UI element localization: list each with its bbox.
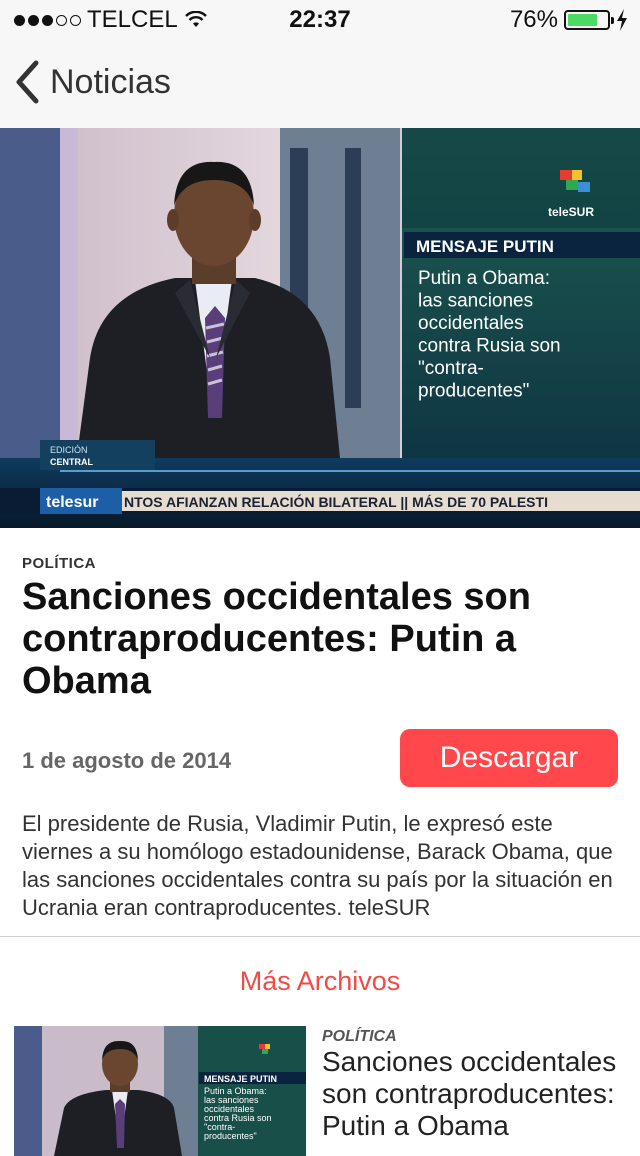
edition-tag-top: EDICIÓN bbox=[50, 445, 88, 455]
status-bar: TELCEL 22:37 76% bbox=[0, 0, 640, 40]
charging-bolt-icon bbox=[617, 9, 627, 31]
battery-percent: 76% bbox=[509, 6, 558, 33]
related-category: POLÍTICA bbox=[322, 1028, 397, 1045]
back-label: Noticias bbox=[50, 62, 171, 101]
list-item[interactable]: MENSAJE PUTIN Putin a Obama: las sancione… bbox=[0, 1024, 640, 1156]
chevron-left-icon bbox=[16, 60, 39, 104]
overlay-line: contra Rusia son bbox=[418, 336, 561, 357]
section-divider bbox=[0, 936, 640, 937]
overlay-line: producentes" bbox=[418, 381, 529, 402]
hero-image[interactable]: teleSUR MENSAJE PUTIN Putin a Obama: las … bbox=[0, 128, 640, 528]
ticker-logo: telesur bbox=[46, 494, 98, 511]
overlay-line: las sanciones bbox=[418, 291, 533, 312]
overlay-line: "contra- bbox=[418, 358, 484, 379]
related-thumbnail: MENSAJE PUTIN Putin a Obama: las sancione… bbox=[14, 1026, 306, 1156]
related-title: Sanciones occidentales son contraproduce… bbox=[322, 1046, 617, 1141]
article-date: 1 de agosto de 2014 bbox=[22, 748, 232, 773]
edition-tag-bottom: CENTRAL bbox=[50, 457, 93, 467]
overlay-line: producentes" bbox=[204, 1131, 257, 1141]
channel-logo-text: teleSUR bbox=[548, 205, 594, 219]
overlay-heading: MENSAJE PUTIN bbox=[416, 237, 554, 256]
overlay-line: occidentales bbox=[418, 313, 524, 334]
article-category: POLÍTICA bbox=[22, 555, 96, 572]
navigation-bar: Noticias bbox=[0, 40, 640, 129]
news-broadcast-image: teleSUR MENSAJE PUTIN Putin a Obama:las … bbox=[0, 128, 640, 528]
overlay-line: Putin a Obama: bbox=[418, 268, 550, 289]
article-title: Sanciones occidentales son contraproduce… bbox=[22, 576, 531, 702]
article-summary: El presidente de Rusia, Vladimir Putin, … bbox=[22, 811, 613, 920]
back-button[interactable]: Noticias bbox=[14, 60, 171, 104]
more-archives-link[interactable]: Más Archivos bbox=[0, 966, 640, 997]
ticker-text: NTOS AFIANZAN RELACIÓN BILATERAL || MÁS … bbox=[124, 493, 548, 510]
battery-area: 76% bbox=[510, 6, 628, 34]
download-button[interactable]: Descargar bbox=[400, 729, 618, 787]
battery-icon bbox=[564, 10, 614, 30]
thumb-heading: MENSAJE PUTIN bbox=[204, 1074, 277, 1084]
